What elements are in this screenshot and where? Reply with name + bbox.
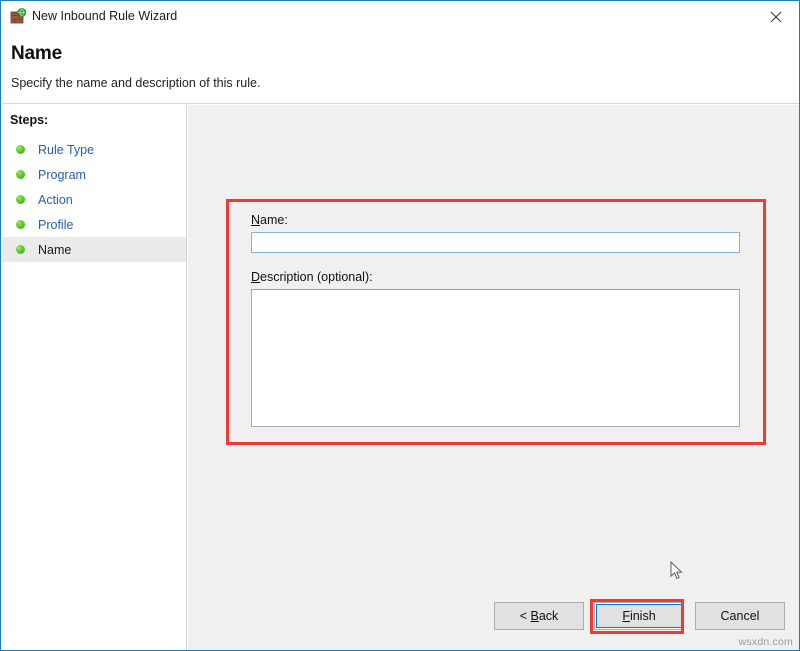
firewall-brick-globe-icon xyxy=(10,8,27,25)
sidebar-item-profile[interactable]: Profile xyxy=(2,212,186,237)
steps-list: Rule Type Program Action Profile Name xyxy=(2,137,186,262)
sidebar-item-label: Program xyxy=(38,168,86,182)
back-accelerator: B xyxy=(530,609,538,623)
description-field-label: Description (optional): xyxy=(251,270,744,284)
sidebar-item-name[interactable]: Name xyxy=(2,237,186,262)
finish-label-rest: inish xyxy=(630,609,656,623)
back-label-rest: ack xyxy=(539,609,558,623)
back-button[interactable]: < Back xyxy=(494,602,584,630)
sidebar-item-label: Action xyxy=(38,193,73,207)
name-input[interactable] xyxy=(251,232,740,253)
sidebar-item-action[interactable]: Action xyxy=(2,187,186,212)
page-subtitle: Specify the name and description of this… xyxy=(11,76,260,90)
rule-name-form: Name: Description (optional): xyxy=(251,213,744,427)
steps-heading: Steps: xyxy=(10,113,48,127)
back-label-prefix: < xyxy=(520,609,531,623)
wizard-header: Name Specify the name and description of… xyxy=(2,32,799,104)
description-accelerator: D xyxy=(251,270,260,284)
step-status-bullet-icon xyxy=(16,145,25,154)
watermark-text: wsxdn.com xyxy=(739,636,793,648)
close-icon[interactable] xyxy=(753,1,799,32)
steps-sidebar: Steps: Rule Type Program Action Profile xyxy=(2,105,187,651)
name-accelerator: N xyxy=(251,213,260,227)
title-bar: New Inbound Rule Wizard xyxy=(1,1,799,32)
step-status-bullet-icon xyxy=(16,220,25,229)
sidebar-item-label: Name xyxy=(38,243,71,257)
sidebar-item-rule-type[interactable]: Rule Type xyxy=(2,137,186,162)
wizard-body: Steps: Rule Type Program Action Profile xyxy=(2,105,799,651)
sidebar-item-label: Profile xyxy=(38,218,73,232)
name-label-rest: ame: xyxy=(260,213,288,227)
step-status-bullet-icon xyxy=(16,170,25,179)
finish-accelerator: F xyxy=(622,609,630,623)
window-title: New Inbound Rule Wizard xyxy=(32,8,177,24)
new-inbound-rule-wizard-window: New Inbound Rule Wizard Name Specify the… xyxy=(0,0,800,651)
content-panel: Name: Description (optional): xyxy=(188,105,799,651)
cancel-button[interactable]: Cancel xyxy=(695,602,785,630)
sidebar-item-label: Rule Type xyxy=(38,143,94,157)
description-label-rest: escription (optional): xyxy=(260,270,373,284)
step-status-bullet-icon xyxy=(16,245,25,254)
sidebar-item-program[interactable]: Program xyxy=(2,162,186,187)
name-field-label: Name: xyxy=(251,213,744,227)
finish-button[interactable]: Finish xyxy=(594,602,684,630)
dialog-button-bar: < Back Finish Cancel xyxy=(494,602,788,630)
step-status-bullet-icon xyxy=(16,195,25,204)
page-title: Name xyxy=(11,43,62,65)
description-input[interactable] xyxy=(251,289,740,427)
